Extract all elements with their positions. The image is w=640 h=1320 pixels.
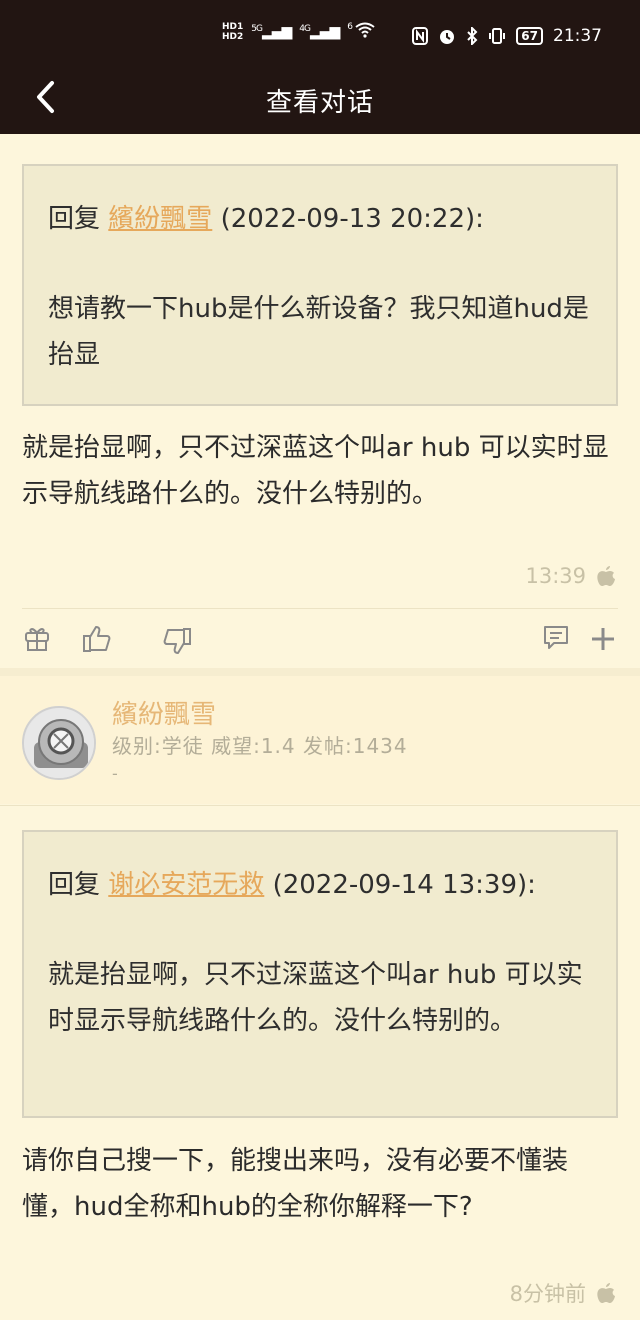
quote-header: 回复 繽紛飄雪 (2022-09-13 20:22): xyxy=(48,196,592,242)
sig-5g-label: 5G xyxy=(251,24,263,34)
quote-date: (2022-09-13 20:22): xyxy=(220,204,484,234)
comment-button[interactable] xyxy=(542,624,570,656)
quote-block: 回复 谢必安范无救 (2022-09-14 13:39): 就是抬显啊，只不过深… xyxy=(22,830,618,1118)
quote-header: 回复 谢必安范无救 (2022-09-14 13:39): xyxy=(48,862,592,908)
quote-prefix: 回复 xyxy=(48,204,101,234)
signal-4g-icon: 4G▂▄▆ xyxy=(299,24,340,40)
reply-text: 就是抬显啊，只不过深蓝这个叫ar hub 可以实时显示导航线路什么的。没什么特别… xyxy=(22,433,609,509)
gift-icon xyxy=(25,628,49,651)
divider xyxy=(0,805,640,806)
wifi-label: 6 xyxy=(347,22,353,32)
hd-indicator: HD1 HD2 xyxy=(222,22,243,42)
gift-button[interactable] xyxy=(24,624,50,656)
helmet-avatar-icon xyxy=(24,708,94,778)
comment-icon xyxy=(544,626,568,649)
hd-top: HD1 xyxy=(222,22,244,32)
wifi-icon: 6 xyxy=(347,22,376,42)
quote-body: 想请教一下hub是什么新设备？我只知道hud是抬显 xyxy=(48,294,589,370)
quote-prefix: 回复 xyxy=(48,870,101,900)
author-stats: 级别:学徒 威望:1.4 发帖:1434 xyxy=(112,734,408,758)
signal-5g-icon: 5G▂▄▆ xyxy=(251,24,292,40)
avatar[interactable] xyxy=(22,706,96,780)
bluetooth-icon xyxy=(467,27,478,45)
like-button[interactable] xyxy=(82,624,112,658)
signal-group: HD1 HD2 5G▂▄▆ 4G▂▄▆ 6 xyxy=(222,22,376,42)
quote-date: (2022-09-14 13:39): xyxy=(272,870,536,900)
apple-icon xyxy=(597,1283,615,1303)
author-signature: - xyxy=(112,764,118,783)
post-time: 13:39 xyxy=(525,564,586,588)
hd-bottom: HD2 xyxy=(222,32,244,42)
thumb-up-icon xyxy=(83,626,111,652)
post-separator xyxy=(0,668,640,676)
quoted-username-link[interactable]: 谢必安范无救 xyxy=(108,870,264,900)
vibrate-icon xyxy=(489,28,506,44)
sig-4g-label: 4G xyxy=(299,24,311,34)
quoted-username-link[interactable]: 繽紛飄雪 xyxy=(108,204,212,234)
status-bar: HD1 HD2 5G▂▄▆ 4G▂▄▆ 6 67 21:37 xyxy=(0,22,640,52)
top-bar: HD1 HD2 5G▂▄▆ 4G▂▄▆ 6 67 21:37 查看对话 xyxy=(0,0,640,134)
reply-text: 请你自己搜一下，能搜出来吗，没有必要不懂装懂，hud全称和hub的全称你解释一下… xyxy=(22,1146,569,1222)
quote-block: 回复 繽紛飄雪 (2022-09-13 20:22): 想请教一下hub是什么新… xyxy=(22,164,618,406)
apple-icon xyxy=(597,566,615,586)
nfc-icon xyxy=(412,27,429,45)
post-meta: 13:39 xyxy=(525,564,616,588)
page-title: 查看对话 xyxy=(265,88,374,118)
status-time: 21:37 xyxy=(553,26,602,46)
author-row: 繽紛飄雪 级别:学徒 威望:1.4 发帖:1434 - xyxy=(0,676,640,804)
post-meta: 8分钟前 xyxy=(510,1278,616,1308)
battery-icon: 67 xyxy=(516,27,543,45)
plus-icon xyxy=(592,628,614,650)
quote-body: 就是抬显啊，只不过深蓝这个叫ar hub 可以实时显示导航线路什么的。没什么特别… xyxy=(48,960,583,1036)
more-button[interactable] xyxy=(590,626,616,656)
dislike-button[interactable] xyxy=(162,626,192,660)
status-icons: 67 21:37 xyxy=(412,26,602,46)
author-name[interactable]: 繽紛飄雪 xyxy=(112,694,216,731)
post-time: 8分钟前 xyxy=(509,1282,586,1306)
thumb-down-icon xyxy=(163,628,191,654)
alarm-icon xyxy=(440,30,455,44)
post-actions xyxy=(0,620,640,660)
divider xyxy=(22,608,618,609)
